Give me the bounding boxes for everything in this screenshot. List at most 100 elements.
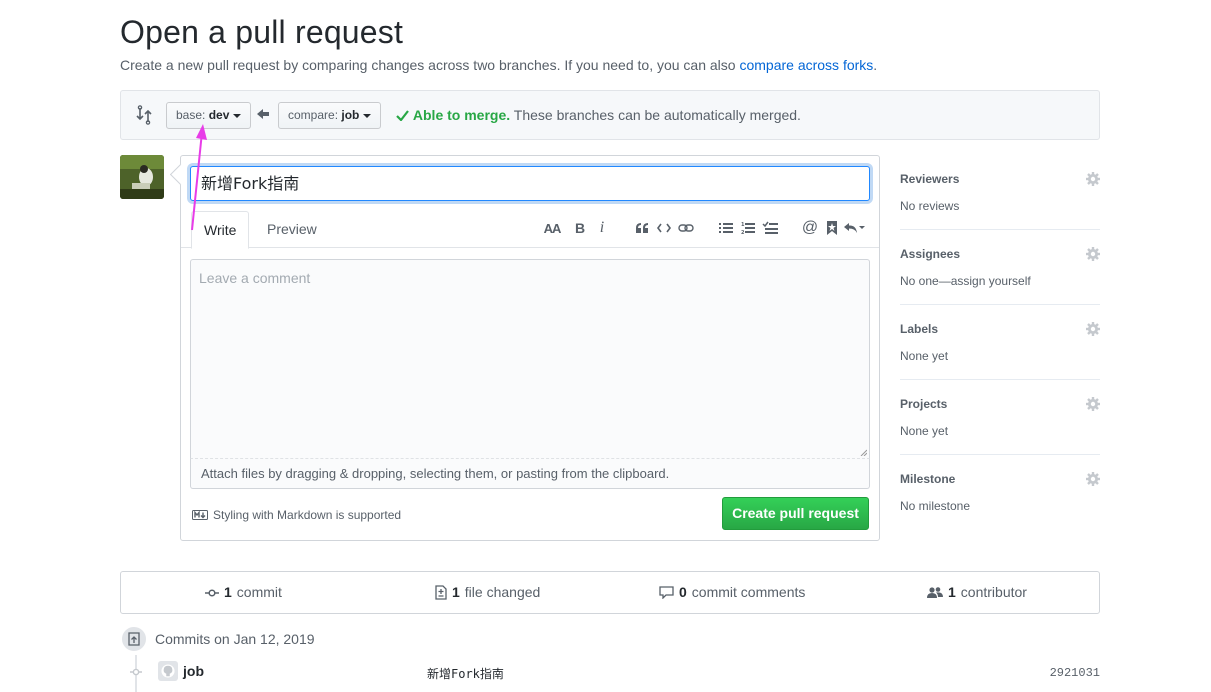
avatar[interactable]: [120, 155, 164, 199]
file-diff-icon: [435, 585, 447, 600]
base-label: base:: [176, 108, 206, 122]
pr-stats-bar: 1 commit 1 file changed 0 commit comment…: [120, 571, 1100, 614]
markdown-supported-note[interactable]: Styling with Markdown is supported: [192, 508, 401, 522]
avatar-photo: [120, 155, 164, 199]
create-pull-request-button[interactable]: Create pull request: [722, 497, 869, 530]
files-count: 1: [452, 584, 460, 600]
subtitle-period: .: [873, 57, 878, 73]
commit-author-avatar[interactable]: [158, 661, 178, 681]
ol-glyph: 12: [741, 222, 755, 235]
reply-glyph: [844, 223, 865, 233]
sidebar-item-title: Labels: [900, 322, 939, 336]
merge-status-detail: These branches can be automatically merg…: [513, 107, 801, 123]
quote-glyph: [636, 223, 648, 233]
code-glyph: [657, 223, 671, 233]
sidebar-item-value[interactable]: No one—assign yourself: [900, 274, 1031, 288]
compare-branch-value: job: [341, 108, 360, 122]
repo-push-icon: [128, 632, 140, 646]
code-icon[interactable]: [653, 217, 675, 239]
comment-textarea[interactable]: Leave a comment: [190, 259, 870, 459]
gear-icon[interactable]: [1086, 247, 1100, 261]
compare-across-forks-link[interactable]: compare across forks: [739, 57, 873, 73]
sidebar-item-milestone: Milestone No milestone: [900, 455, 1100, 530]
bookmark-glyph: [827, 221, 837, 235]
sidebar-item-assignees: Assignees No one—assign yourself: [900, 230, 1100, 305]
gear-icon[interactable]: [1086, 172, 1100, 186]
link-icon[interactable]: [675, 217, 697, 239]
ul-glyph: [719, 223, 733, 233]
merge-status-label: Able to merge.: [412, 107, 511, 123]
resize-handle-icon[interactable]: [859, 448, 867, 456]
commit-icon: [205, 588, 219, 597]
chevron-down-icon: [363, 113, 372, 118]
header-icon[interactable]: AA: [541, 217, 563, 239]
bookmark-icon[interactable]: [821, 217, 843, 239]
git-compare-icon: [136, 105, 152, 125]
sidebar-item-title: Milestone: [900, 472, 956, 486]
italic-icon[interactable]: i: [591, 217, 613, 239]
contributors-label: contributor: [960, 584, 1027, 600]
commit-author[interactable]: job: [183, 663, 204, 679]
commits-date-text: Commits on Jan 12, 2019: [155, 631, 315, 647]
comments-count: 0: [679, 584, 687, 600]
commit-sha[interactable]: 2921031: [1050, 666, 1100, 680]
arrow-left-icon: [257, 109, 269, 119]
commits-label: commit: [236, 584, 282, 600]
stat-contributors[interactable]: 1 contributor: [927, 572, 1027, 613]
branch-range-bar: base: dev compare: job Able to merge. Th…: [120, 90, 1100, 140]
gear-icon[interactable]: [1086, 397, 1100, 411]
commit-icon: [130, 668, 142, 676]
sidebar-item-value: None yet: [900, 424, 949, 438]
contributors-count: 1: [948, 584, 956, 600]
gear-icon[interactable]: [1086, 472, 1100, 486]
subtitle-text: Create a new pull request by comparing c…: [120, 57, 740, 73]
sidebar-item-value: None yet: [900, 349, 949, 363]
sidebar-item-title: Assignees: [900, 247, 961, 261]
compare-branch-select[interactable]: compare: job: [278, 102, 382, 129]
stat-files-changed[interactable]: 1 file changed: [435, 572, 540, 613]
comment-placeholder: Leave a comment: [199, 270, 311, 286]
reply-icon[interactable]: [843, 217, 865, 239]
mention-icon[interactable]: @: [799, 217, 821, 239]
stat-commits[interactable]: 1 commit: [205, 572, 282, 613]
commits-date-heading: Commits on Jan 12, 2019: [120, 625, 315, 653]
link-glyph: [678, 224, 694, 232]
discussion-sidebar: Reviewers No reviews Assignees No one—as…: [900, 155, 1100, 530]
comments-label: commit comments: [691, 584, 806, 600]
git-commit-group-icon: [120, 625, 148, 653]
tab-preview[interactable]: Preview: [255, 211, 329, 248]
svg-text:2: 2: [741, 230, 745, 235]
people-icon: [927, 587, 943, 598]
pull-request-composer: 新增Fork指南 Write Preview AA B i 12 @ Leave…: [180, 155, 880, 541]
sidebar-item-value: No reviews: [900, 199, 960, 213]
base-branch-value: dev: [208, 108, 230, 122]
chevron-down-icon: [233, 113, 242, 118]
merge-status: Able to merge. These branches can be aut…: [396, 107, 801, 123]
bold-icon[interactable]: B: [569, 217, 591, 239]
sidebar-item-projects: Projects None yet: [900, 380, 1100, 455]
commits-count: 1: [224, 584, 232, 600]
sidebar-item-labels: Labels None yet: [900, 305, 1100, 380]
quote-icon[interactable]: [631, 217, 653, 239]
base-branch-select[interactable]: base: dev: [166, 102, 252, 129]
github-mark-icon: [161, 664, 175, 678]
commit-message[interactable]: 新增Fork指南: [427, 665, 504, 682]
sidebar-item-title: Projects: [900, 397, 948, 411]
markdown-toolbar: AA B i 12 @: [541, 217, 865, 239]
ordered-list-icon[interactable]: 12: [737, 217, 759, 239]
check-icon: [396, 110, 409, 122]
gear-icon[interactable]: [1086, 322, 1100, 336]
page-title: Open a pull request: [120, 14, 404, 50]
sidebar-item-title: Reviewers: [900, 172, 960, 186]
svg-text:1: 1: [741, 222, 745, 228]
sidebar-item-reviewers: Reviewers No reviews: [900, 155, 1100, 230]
pr-title-input[interactable]: 新增Fork指南: [190, 166, 870, 201]
unordered-list-icon[interactable]: [715, 217, 737, 239]
files-label: file changed: [464, 584, 541, 600]
stat-commit-comments[interactable]: 0 commit comments: [659, 572, 805, 613]
tab-write[interactable]: Write: [191, 211, 250, 249]
compare-label: compare:: [288, 108, 339, 122]
page-subtitle: Create a new pull request by comparing c…: [120, 57, 877, 73]
task-list-icon[interactable]: [759, 217, 781, 239]
attach-files-bar[interactable]: Attach files by dragging & dropping, sel…: [190, 459, 870, 489]
